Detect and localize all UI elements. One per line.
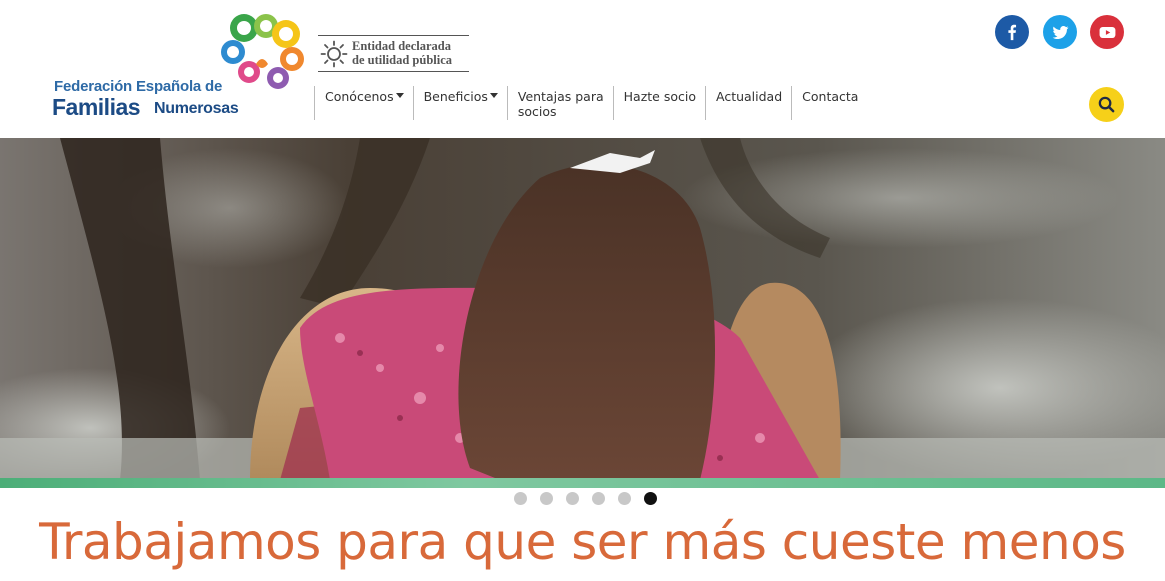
carousel-dots <box>514 492 657 505</box>
nav-item-label-line-2: socios <box>517 104 557 119</box>
main-nav: Conócenos Beneficios Ventajas para socio… <box>314 86 867 120</box>
site-logo[interactable]: Federación Española de Familias Numerosa… <box>52 12 312 122</box>
hero-slide-image <box>0 138 1165 480</box>
nav-item-label: Actualidad <box>715 89 783 104</box>
nav-item-actualidad[interactable]: Actualidad <box>704 86 791 120</box>
nav-item-ventajas-socios[interactable]: Ventajas para socios <box>506 86 613 120</box>
youtube-button[interactable] <box>1090 15 1124 49</box>
hero-bottom-strip <box>0 478 1165 488</box>
facebook-icon <box>1008 24 1017 41</box>
logo-text-federacion: Federación Española de <box>54 78 223 95</box>
nav-item-label: Hazte socio <box>623 89 696 104</box>
twitter-button[interactable] <box>1043 15 1077 49</box>
badge-line-2: de utilidad pública <box>352 53 453 67</box>
carousel-dot-4[interactable] <box>592 492 605 505</box>
logo-text-numerosas: Numerosas <box>154 100 239 117</box>
nav-item-label-line-1: Ventajas para <box>517 89 604 104</box>
carousel-dot-2[interactable] <box>540 492 553 505</box>
utilidad-publica-badge: Entidad declarada de utilidad pública <box>318 35 469 72</box>
badge-text: Entidad declarada de utilidad pública <box>352 39 452 67</box>
site-header: Federación Española de Familias Numerosa… <box>0 0 1165 138</box>
nav-item-label: Conócenos <box>325 89 394 104</box>
caret-down-icon <box>489 93 498 98</box>
youtube-icon <box>1099 26 1115 38</box>
carousel-dot-5[interactable] <box>618 492 631 505</box>
badge-line-1: Entidad declarada <box>352 39 451 53</box>
logo-text-familias: Familias <box>52 94 141 120</box>
nav-item-label: Beneficios <box>423 89 488 104</box>
carousel-dot-3[interactable] <box>566 492 579 505</box>
nav-item-hazte-socio[interactable]: Hazte socio <box>612 86 705 120</box>
carousel-dot-6[interactable] <box>644 492 657 505</box>
nav-item-label: Contacta <box>802 89 859 104</box>
sun-icon <box>320 40 348 68</box>
logo-flower-icon <box>221 14 304 89</box>
carousel-dot-1[interactable] <box>514 492 527 505</box>
nav-item-conocenos[interactable]: Conócenos <box>314 86 413 120</box>
nav-item-beneficios[interactable]: Beneficios <box>412 86 507 120</box>
twitter-icon <box>1052 25 1068 39</box>
hero-photo-children-hugging <box>0 138 1165 480</box>
search-button[interactable] <box>1089 87 1124 122</box>
search-icon <box>1098 96 1115 113</box>
nav-item-contacta[interactable]: Contacta <box>791 86 867 120</box>
facebook-button[interactable] <box>995 15 1029 49</box>
page-headline: Trabajamos para que ser más cueste menos <box>39 513 1126 571</box>
caret-down-icon <box>395 93 404 98</box>
